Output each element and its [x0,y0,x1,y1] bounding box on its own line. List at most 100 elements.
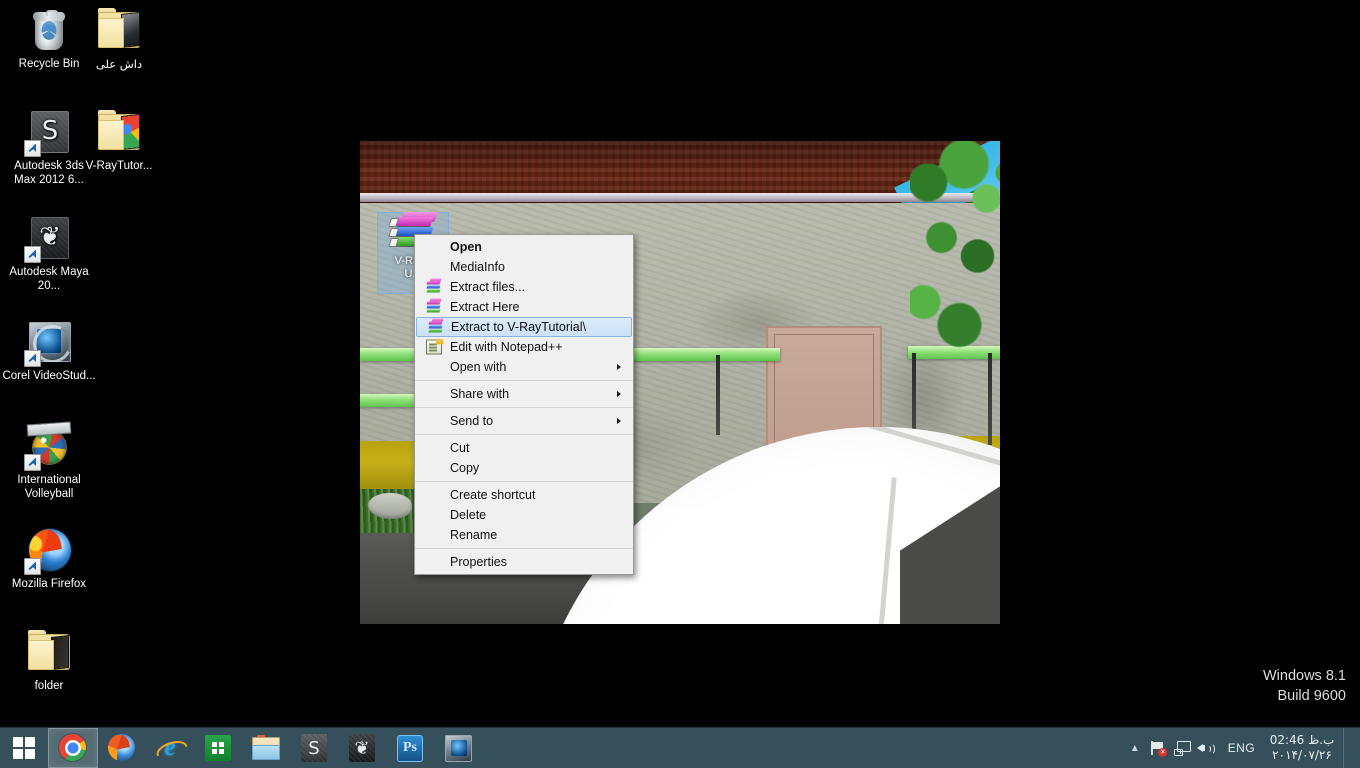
watermark-line-1: Windows 8.1 [1262,668,1346,684]
desktop-icon-label: Autodesk Maya 20... [9,266,89,292]
corel-videostudio-icon [444,734,472,762]
desktop-icon-label: International Volleyball [17,474,81,500]
internet-explorer-icon: e [156,734,184,762]
desktop-icon-v-ray-tutorial-folder[interactable]: V-RayTutor... [72,108,166,174]
taskbar-corel[interactable] [434,729,482,767]
folder-icon [25,628,73,676]
foliage-right [910,141,1000,371]
watermark-line-2: Build 9600 [1277,688,1346,704]
recycle-bin-icon [25,6,73,54]
stone [368,493,412,519]
desktop-icon-folder[interactable]: folder [2,628,96,694]
windows-store-icon [205,735,231,761]
taskbar-file-explorer[interactable] [242,729,290,767]
winrar-icon [428,318,444,335]
maya-icon: ❦ [24,214,73,263]
submenu-arrow-icon [617,364,621,370]
railing-post [716,355,720,435]
show-hidden-icons-icon[interactable]: ▲ [1124,743,1146,754]
menu-separator [415,380,633,381]
menu-item-label: Share with [450,387,510,401]
menu-item-label: Cut [450,441,470,455]
taskbar[interactable]: e Ѕ ❦ Ps ▲ × ENG 02:46 ب.ظ ۲۰۱۴/۰۷/۲۶ [0,727,1360,768]
clock-time: 02:46 ب.ظ [1269,733,1335,747]
file-explorer-icon [252,734,280,760]
menu-item-label: MediaInfo [450,260,505,274]
menu-item-cut[interactable]: Cut [415,438,633,458]
desktop-icon-corel-videostudio[interactable]: Corel VideoStud... [2,318,96,384]
menu-item-edit-with-notepad[interactable]: Edit with Notepad++ [415,337,633,357]
menu-item-properties[interactable]: Properties [415,552,633,572]
menu-item-label: Open with [450,360,507,374]
menu-item-label: Copy [450,461,480,475]
volleyball-icon [24,422,73,471]
menu-item-label: Extract files... [450,280,526,294]
taskbar-3ds-max[interactable]: Ѕ [290,729,338,767]
start-button[interactable] [0,728,48,768]
menu-item-create-shortcut[interactable]: Create shortcut [415,485,633,505]
chrome-icon [59,734,87,762]
winrar-icon [426,278,442,295]
volume-icon[interactable] [1194,728,1218,768]
menu-item-extract-files[interactable]: Extract files... [415,277,633,297]
corel-videostudio-icon [24,318,73,367]
menu-item-label: Open [450,240,482,254]
show-desktop-button[interactable] [1343,728,1352,768]
windows-activation-watermark: Windows 8.1 Build 9600 [1263,666,1346,706]
system-tray[interactable]: ▲ × ENG 02:46 ب.ظ ۲۰۱۴/۰۷/۲۶ [1124,728,1360,768]
submenu-arrow-icon [617,391,621,397]
menu-separator [415,548,633,549]
menu-separator [415,407,633,408]
maya-icon: ❦ [349,734,375,762]
network-icon[interactable] [1170,728,1194,768]
desktop-icon-autodesk-maya[interactable]: ❦ Autodesk Maya 20... [2,214,96,293]
menu-separator [415,481,633,482]
desktop[interactable]: Recycle Bin داش على Ѕ Autodesk 3ds Max 2… [0,0,1360,768]
menu-item-mediainfo[interactable]: MediaInfo [415,257,633,277]
menu-item-label: Rename [450,528,498,542]
action-center-icon[interactable]: × [1146,728,1170,768]
menu-item-extract-here[interactable]: Extract Here [415,297,633,317]
language-indicator[interactable]: ENG [1218,741,1265,755]
menu-item-label: Extract Here [450,300,520,314]
action-center-badge: × [1158,747,1168,757]
desktop-icon-label: Mozilla Firefox [11,578,87,590]
desktop-icon-label: V-RayTutor... [85,160,153,172]
menu-item-send-to[interactable]: Send to [415,411,633,431]
folder-icon [95,6,143,54]
menu-item-label: Create shortcut [450,488,536,502]
firefox-icon [108,734,136,762]
clock[interactable]: 02:46 ب.ظ ۲۰۱۴/۰۷/۲۶ [1265,733,1343,763]
menu-item-label: Send to [450,414,494,428]
firefox-icon [24,526,73,575]
menu-item-open[interactable]: Open [415,237,633,257]
taskbar-maya[interactable]: ❦ [338,729,386,767]
menu-item-share-with[interactable]: Share with [415,384,633,404]
menu-separator [415,434,633,435]
menu-item-open-with[interactable]: Open with [415,357,633,377]
submenu-arrow-icon [617,418,621,424]
windows-logo-icon [13,737,35,759]
taskbar-buttons[interactable]: e Ѕ ❦ Ps [48,728,482,768]
menu-item-extract-to-v-raytutorial[interactable]: Extract to V-RayTutorial\ [416,317,632,337]
taskbar-internet-explorer[interactable]: e [146,729,194,767]
menu-item-delete[interactable]: Delete [415,505,633,525]
desktop-icon-folder-dash-ali[interactable]: داش على [72,6,166,72]
desktop-icon-label: folder [34,680,64,692]
context-menu[interactable]: Open MediaInfo Extract files... Extract Her… [414,234,634,575]
taskbar-photoshop[interactable]: Ps [386,729,434,767]
menu-item-rename[interactable]: Rename [415,525,633,545]
winrar-icon [426,298,442,315]
taskbar-chrome[interactable] [48,728,98,768]
eave [360,193,1000,202]
3ds-max-icon: Ѕ [301,734,327,762]
notepad-plus-plus-icon [426,339,442,355]
taskbar-firefox[interactable] [98,729,146,767]
menu-item-copy[interactable]: Copy [415,458,633,478]
menu-item-label: Edit with Notepad++ [450,340,563,354]
desktop-icon-international-volleyball[interactable]: International Volleyball [2,422,96,501]
desktop-icon-label: داش على [95,57,143,71]
desktop-icon-mozilla-firefox[interactable]: Mozilla Firefox [2,526,96,592]
taskbar-store[interactable] [194,729,242,767]
menu-item-label: Properties [450,555,507,569]
